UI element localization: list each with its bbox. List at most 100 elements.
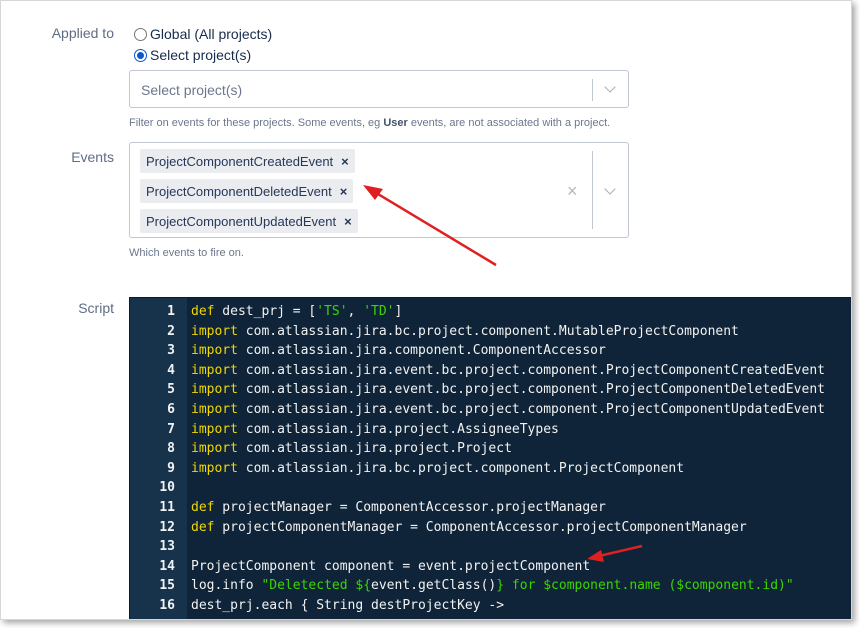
code-line[interactable]: 16 dest_prj.each { String destProjectKey … xyxy=(130,598,851,618)
projects-help-text: Filter on events for these projects. Som… xyxy=(129,117,610,129)
code-keyword: def xyxy=(191,519,215,535)
code-text[interactable]: import com.atlassian.jira.bc.project.com… xyxy=(191,461,684,476)
radio-global-label[interactable]: Global (All projects) xyxy=(150,26,272,42)
code-line[interactable]: 9 import com.atlassian.jira.bc.project.co… xyxy=(130,460,851,481)
code-line[interactable]: 8 import com.atlassian.jira.project.Proje… xyxy=(130,441,851,461)
code-text[interactable]: import com.atlassian.jira.project.Projec… xyxy=(191,441,512,456)
line-number: 3 xyxy=(167,343,175,359)
code-token: log.info xyxy=(191,578,262,594)
code-line[interactable]: 4 import com.atlassian.jira.event.bc.proj… xyxy=(130,362,851,383)
projects-help-pre: Filter on events for these projects. Som… xyxy=(129,117,384,129)
code-line[interactable]: 2 import com.atlassian.jira.bc.project.co… xyxy=(130,324,851,344)
code-line[interactable]: 11 def projectManager = ComponentAccessor… xyxy=(130,500,851,520)
code-token: projectComponentManager = ComponentAcces… xyxy=(214,519,747,535)
events-select[interactable]: ProjectComponentCreatedEvent × ProjectCo… xyxy=(129,142,629,238)
projects-select-placeholder: Select project(s) xyxy=(141,82,243,98)
code-line[interactable]: 15 log.info "Deletected ${event.getClass(… xyxy=(130,578,851,598)
line-number: 14 xyxy=(159,558,175,574)
code-text[interactable]: import com.atlassian.jira.component.Comp… xyxy=(191,343,606,358)
line-number: 10 xyxy=(159,480,175,496)
event-tag: ProjectComponentUpdatedEvent × xyxy=(140,209,358,233)
chevron-down-icon[interactable] xyxy=(604,83,616,95)
line-number: 8 xyxy=(167,441,175,457)
line-number: 16 xyxy=(159,598,175,613)
remove-tag-icon[interactable]: × xyxy=(344,214,352,229)
code-keyword: import xyxy=(191,323,238,339)
line-number: 13 xyxy=(159,539,175,555)
code-text[interactable]: dest_prj.each { String destProjectKey -> xyxy=(191,598,504,613)
code-token: com.atlassian.jira.project.AssigneeTypes xyxy=(237,421,559,437)
code-line[interactable]: 7 import com.atlassian.jira.project.Assig… xyxy=(130,421,851,442)
chevron-down-icon[interactable] xyxy=(604,185,616,197)
radio-global[interactable]: Global (All projects) xyxy=(134,26,272,42)
code-line[interactable]: 10 xyxy=(130,480,851,500)
code-string: } for $component.name ($component.id)" xyxy=(496,578,794,594)
event-tag-label: ProjectComponentUpdatedEvent xyxy=(146,213,337,229)
code-token: projectManager = ComponentAccessor.proje… xyxy=(214,500,606,515)
code-text[interactable]: import com.atlassian.jira.event.bc.proje… xyxy=(191,402,825,417)
code-token: com.atlassian.jira.event.bc.project.comp… xyxy=(237,362,825,378)
code-string: 'TD' xyxy=(363,304,395,319)
radio-select-projects-button[interactable] xyxy=(134,48,147,62)
code-token: ] xyxy=(394,304,403,319)
script-editor[interactable]: 1 def dest_prj = ['TS', 'TD'] 2 import com.… xyxy=(129,297,851,619)
radio-select-projects[interactable]: Select project(s) xyxy=(134,47,251,63)
code-text[interactable]: def projectComponentManager = ComponentA… xyxy=(191,520,747,535)
code-keyword: import xyxy=(191,460,238,476)
event-tag: ProjectComponentDeletedEvent × xyxy=(140,179,354,203)
code-token: dest_prj = [ xyxy=(214,304,317,319)
code-token: com.atlassian.jira.event.bc.project.comp… xyxy=(237,402,825,417)
code-token: com.atlassian.jira.project.Project xyxy=(237,441,512,457)
line-number: 9 xyxy=(167,460,175,476)
code-text[interactable]: import com.atlassian.jira.event.bc.proje… xyxy=(191,363,825,378)
events-label: Events xyxy=(71,149,114,165)
code-line[interactable]: 6 import com.atlassian.jira.event.bc.proj… xyxy=(130,402,851,422)
code-text[interactable]: import com.atlassian.jira.event.bc.proje… xyxy=(191,382,825,397)
remove-tag-icon[interactable]: × xyxy=(340,184,348,199)
code-token: dest_prj.each { String destProjectKey -> xyxy=(191,598,505,613)
line-number: 6 xyxy=(167,402,175,417)
projects-select[interactable]: Select project(s) xyxy=(129,70,629,108)
remove-tag-icon[interactable]: × xyxy=(341,154,349,169)
code-token: ProjectComponent component = event.proje… xyxy=(191,558,591,574)
code-string: "Deletected ${ xyxy=(261,578,372,594)
code-keyword: def xyxy=(191,500,215,515)
code-token: com.atlassian.jira.component.ComponentAc… xyxy=(237,343,606,359)
code-token: com.atlassian.jira.event.bc.project.comp… xyxy=(237,382,825,398)
radio-select-projects-label[interactable]: Select project(s) xyxy=(150,47,251,63)
code-text[interactable]: def projectManager = ComponentAccessor.p… xyxy=(191,500,606,515)
code-line[interactable]: 3 import com.atlassian.jira.component.Com… xyxy=(130,343,851,363)
projects-help-bold: User xyxy=(383,117,408,129)
code-line[interactable]: 13 xyxy=(130,539,851,559)
code-text[interactable]: ProjectComponent component = event.proje… xyxy=(191,559,590,574)
code-keyword: import xyxy=(191,382,238,398)
radio-global-button[interactable] xyxy=(134,27,147,41)
code-token: , xyxy=(347,304,364,319)
code-text[interactable]: log.info "Deletected ${event.getClass()}… xyxy=(191,578,794,593)
applied-to-label: Applied to xyxy=(51,25,114,41)
code-text[interactable]: import com.atlassian.jira.bc.project.com… xyxy=(191,324,739,339)
code-keyword: import xyxy=(191,362,238,378)
clear-all-icon[interactable]: × xyxy=(567,181,578,202)
line-number: 11 xyxy=(159,500,175,515)
event-tag: ProjectComponentCreatedEvent × xyxy=(140,149,355,173)
code-token: com.atlassian.jira.bc.project.component.… xyxy=(237,323,739,339)
code-token: com.atlassian.jira.bc.project.component.… xyxy=(237,460,685,476)
line-number: 4 xyxy=(167,362,175,378)
code-line[interactable]: 12 def projectComponentManager = Componen… xyxy=(130,520,851,540)
line-number: 7 xyxy=(167,421,175,437)
projects-help-post: events, are not associated with a projec… xyxy=(407,117,611,129)
events-select-separator xyxy=(592,151,593,229)
code-keyword: def xyxy=(191,304,215,319)
code-text[interactable]: def dest_prj = ['TS', 'TD'] xyxy=(191,304,402,319)
code-keyword: import xyxy=(191,343,238,359)
event-tag-label: ProjectComponentDeletedEvent xyxy=(146,183,332,199)
code-line[interactable]: 1 def dest_prj = ['TS', 'TD'] xyxy=(130,304,851,324)
event-tag-label: ProjectComponentCreatedEvent xyxy=(146,153,334,169)
line-number: 15 xyxy=(159,578,175,594)
script-label: Script xyxy=(78,300,114,316)
code-line[interactable]: 14 ProjectComponent component = event.pro… xyxy=(130,558,851,579)
code-line[interactable]: 5 import com.atlassian.jira.event.bc.proj… xyxy=(130,382,851,402)
script-listener-form: Applied to Global (All projects) Select … xyxy=(0,0,852,620)
code-text[interactable]: import com.atlassian.jira.project.Assign… xyxy=(191,422,559,437)
